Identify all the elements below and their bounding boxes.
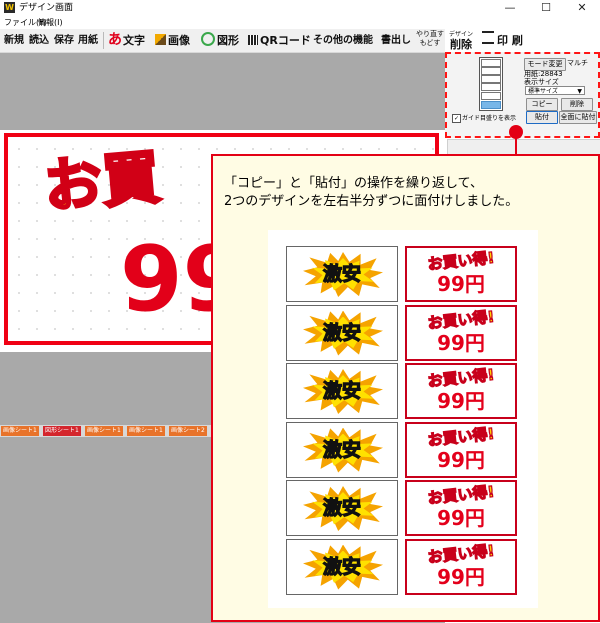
deal-price: 99円	[437, 447, 485, 472]
panel-delete-button[interactable]: 削除	[561, 98, 593, 111]
multi-label: マルチ	[567, 59, 588, 67]
preview-slot[interactable]	[481, 59, 501, 67]
callout-pin	[509, 125, 523, 139]
guide-checkbox[interactable]: ✓	[452, 114, 461, 123]
preview-slot-selected[interactable]	[481, 101, 501, 109]
shape-button-label: 図形	[217, 34, 239, 47]
chevron-down-icon: ▼	[577, 88, 582, 95]
sale-label: 激安	[322, 438, 361, 461]
minimize-button[interactable]: —	[492, 0, 528, 16]
sheet-tab[interactable]: 画像シート1	[1, 426, 39, 436]
delete-design-button[interactable]: デザイン 削除	[449, 30, 473, 51]
shape-icon	[201, 32, 215, 46]
print-button-label: 印 刷	[497, 34, 523, 47]
example-cell-left: 激安	[286, 246, 398, 302]
image-icon	[155, 34, 166, 45]
qr-code-button[interactable]: QRコード	[248, 30, 311, 51]
paste-button[interactable]: 貼付	[526, 111, 558, 124]
window-title: デザイン画面	[19, 3, 74, 13]
example-cell-left: 激安	[286, 480, 398, 536]
menu-info[interactable]: 情報(I)	[38, 17, 63, 28]
sale-label: 激安	[322, 555, 361, 578]
qr-code-icon	[248, 35, 258, 45]
example-cell-right: お買い得! 99円	[405, 421, 517, 478]
text-button[interactable]: あ文字	[108, 30, 145, 51]
deal-price: 99円	[437, 564, 485, 589]
deal-price: 99円	[437, 506, 485, 530]
shape-button[interactable]: 図形	[201, 30, 239, 51]
callout-text-line-2: 2つのデザインを左右半分ずつに面付けしました。	[224, 194, 519, 209]
sheet-tab[interactable]: 画像シート2	[169, 426, 207, 436]
undo-label: もどす	[419, 39, 441, 47]
close-button[interactable]: ✕	[564, 0, 600, 16]
new-button[interactable]: 新規	[4, 30, 24, 51]
image-button-label: 画像	[168, 34, 190, 47]
sale-label: 激安	[322, 262, 361, 285]
sheet-tab[interactable]: 図形シート1	[43, 426, 81, 436]
sheet-tab[interactable]: 画像シート1	[127, 426, 165, 436]
qr-code-button-label: QRコード	[260, 34, 311, 47]
example-cell-left: 激安	[286, 421, 398, 478]
delete-design-label: 削除	[450, 38, 472, 51]
display-size-value: 標準サイズ	[528, 88, 558, 95]
example-cell-left: 激安	[286, 363, 398, 419]
paper-button[interactable]: 用紙	[78, 30, 98, 51]
text-icon: あ	[108, 32, 122, 48]
paste-all-button[interactable]: 全面に貼付	[559, 111, 597, 124]
preview-slot[interactable]	[481, 92, 501, 100]
app-icon: W	[4, 2, 15, 13]
example-cell-left: 激安	[286, 538, 398, 595]
sale-label: 激安	[322, 321, 361, 344]
sale-label: 激安	[322, 496, 361, 519]
redo-undo-button[interactable]: やり直す もどす	[416, 30, 444, 51]
deal-price: 99円	[437, 272, 485, 296]
example-cell-right: お買い得! 99円	[405, 304, 517, 361]
display-size-select[interactable]: 標準サイズ ▼	[525, 86, 585, 95]
other-functions-button[interactable]: その他の機能	[313, 30, 373, 51]
deal-price: 99円	[437, 389, 485, 413]
preview-slot[interactable]	[481, 67, 501, 75]
preview-slot[interactable]	[481, 75, 501, 83]
maximize-button[interactable]: ☐	[528, 0, 564, 16]
callout-text-line-1: 「コピー」と「貼付」の操作を繰り返して、	[224, 176, 483, 191]
sale-label: 激安	[322, 379, 361, 402]
export-button[interactable]: 書出し	[381, 30, 411, 51]
text-button-label: 文字	[123, 34, 145, 47]
load-button[interactable]: 読込	[29, 30, 49, 51]
deal-price: 99円	[437, 330, 485, 355]
guide-checkbox-label: ガイド目盛りを表示	[462, 115, 517, 122]
print-icon	[482, 31, 494, 44]
menu-bar	[0, 16, 600, 29]
example-cell-left: 激安	[286, 304, 398, 361]
print-button[interactable]: 印 刷	[482, 30, 523, 51]
example-cell-right: お買い得! 99円	[405, 363, 517, 419]
design-headline[interactable]: お買	[40, 142, 165, 223]
redo-label: やり直す	[416, 30, 444, 38]
toolbar-divider	[103, 32, 104, 49]
sheet-tab[interactable]: 画像シート1	[85, 426, 123, 436]
example-cell-right: お買い得! 99円	[405, 538, 517, 595]
example-cell-right: お買い得! 99円	[405, 246, 517, 302]
copy-button[interactable]: コピー	[526, 98, 558, 111]
preview-slot[interactable]	[481, 83, 501, 91]
example-cell-right: お買い得! 99円	[405, 480, 517, 536]
image-button[interactable]: 画像	[155, 30, 190, 51]
save-button[interactable]: 保存	[54, 30, 74, 51]
